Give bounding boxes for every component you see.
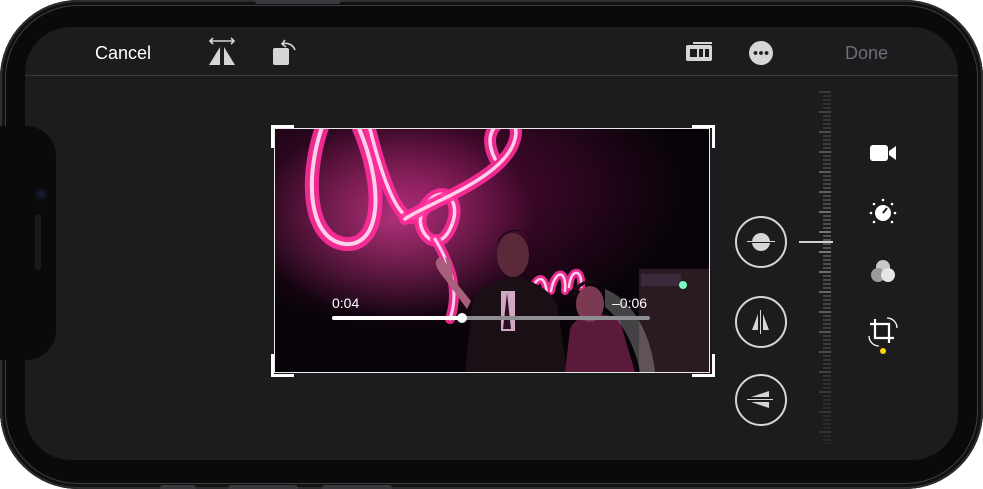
aspect-ratio-icon[interactable] [684,40,714,64]
done-button[interactable]: Done [845,42,888,64]
horizontal-perspective-icon [747,391,773,408]
filters-icon[interactable] [867,256,899,288]
front-camera [34,187,48,201]
crop-rotate-icon[interactable] [867,316,899,348]
notch [0,126,56,360]
video-frame-image [275,129,709,372]
scrubber-progress [332,316,462,320]
top-toolbar: Cancel Done [25,27,958,75]
earpiece-speaker [35,214,41,270]
dial-indicator [799,241,833,243]
straighten-icon [747,233,775,251]
rotate-left-icon[interactable] [270,36,300,68]
side-button [255,0,341,4]
horizontal-perspective-button[interactable] [735,374,787,426]
crop-handle-top-left[interactable] [271,125,294,148]
cancel-button[interactable]: Cancel [95,42,151,64]
crop-handle-bottom-left[interactable] [271,354,294,377]
straighten-dial[interactable] [815,88,835,444]
selected-mode-dot [880,348,886,354]
elapsed-time: 0:04 [332,295,360,311]
volume-up-button [228,485,298,489]
crop-handle-top-right[interactable] [692,125,715,148]
remaining-time: –0:06 [612,295,648,311]
vertical-perspective-icon [752,310,769,334]
vertical-perspective-button[interactable] [735,296,787,348]
crop-handle-bottom-right[interactable] [692,354,715,377]
straighten-button[interactable] [735,216,787,268]
ellipsis-circle-icon[interactable] [748,40,774,66]
scrubber-knob[interactable] [457,313,467,323]
volume-down-button [322,485,392,489]
toolbar-divider [25,75,958,76]
video-camera-icon[interactable] [868,141,898,165]
adjust-dial-icon[interactable] [867,196,899,228]
flip-horizontal-icon[interactable] [205,37,239,67]
video-preview[interactable] [274,128,710,373]
silent-switch [160,485,196,489]
